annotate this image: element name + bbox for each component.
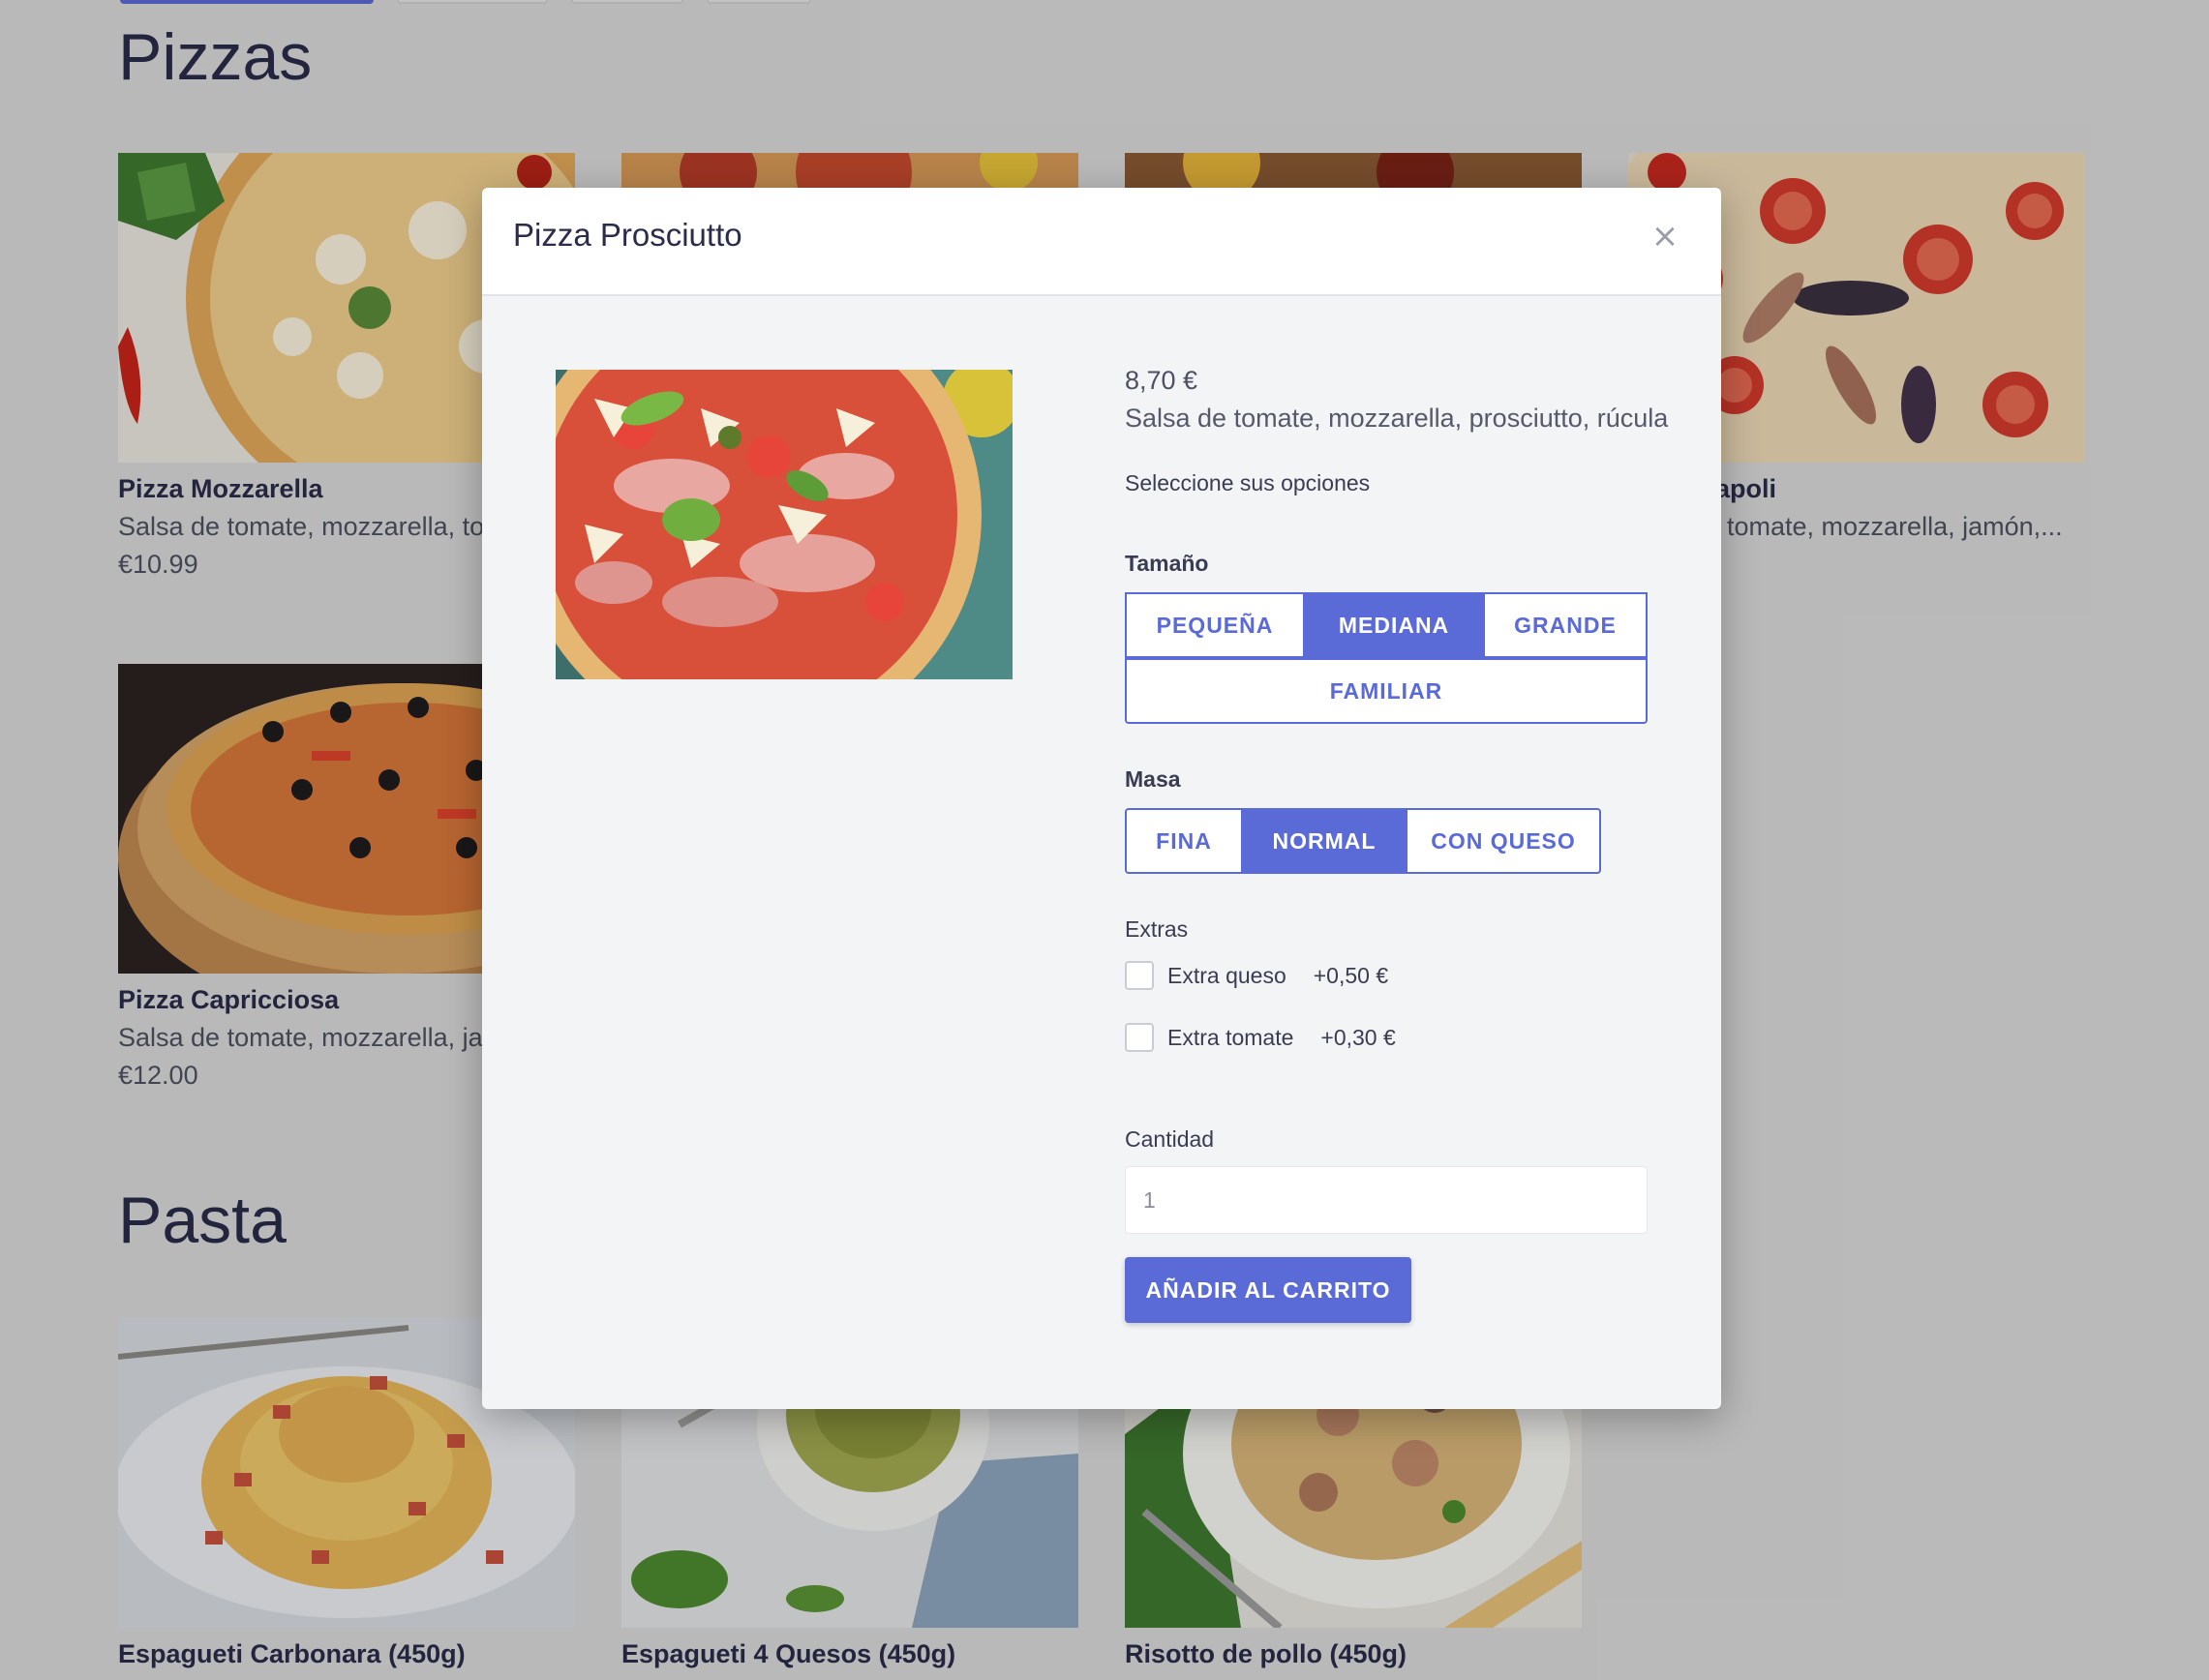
- extras-label: Extras: [1125, 916, 1189, 942]
- add-to-cart-wrapper: AÑADIR AL CARRITO: [1125, 1257, 1667, 1323]
- quantity-label: Cantidad: [1125, 1126, 1215, 1152]
- extra-queso-checkbox[interactable]: [1125, 961, 1154, 990]
- dough-option-con-queso[interactable]: CON QUESO: [1406, 808, 1601, 874]
- extra-tomate-checkbox[interactable]: [1125, 1023, 1154, 1052]
- extra-price: +0,30 €: [1320, 1024, 1396, 1050]
- size-options: PEQUEÑA MEDIANA GRANDE FAMILIAR: [1125, 592, 1648, 724]
- extra-option[interactable]: Extra tomate +0,30 €: [1125, 1018, 1667, 1057]
- size-label: Tamaño: [1125, 551, 1209, 576]
- extra-option[interactable]: Extra queso +0,50 €: [1125, 956, 1667, 995]
- extra-name: Extra tomate: [1167, 1024, 1294, 1050]
- product-description: Salsa de tomate, mozzarella, prosciutto,…: [1125, 404, 1669, 433]
- product-image: [556, 370, 1013, 679]
- add-to-cart-button[interactable]: AÑADIR AL CARRITO: [1125, 1257, 1411, 1323]
- product-price: 8,70 €: [1125, 366, 1198, 395]
- extra-name: Extra queso: [1167, 962, 1286, 988]
- size-option-grande[interactable]: GRANDE: [1483, 592, 1648, 658]
- product-info: 8,70 € Salsa de tomate, mozzarella, pros…: [1125, 358, 1669, 1323]
- extra-price: +0,50 €: [1313, 962, 1389, 988]
- dough-option-fina[interactable]: FINA: [1125, 808, 1243, 874]
- dough-options: FINA NORMAL CON QUESO: [1125, 808, 1648, 874]
- product-modal: Pizza Prosciutto × 8,70 € Salsa de tomat…: [482, 188, 1721, 1409]
- size-option-familiar[interactable]: FAMILIAR: [1125, 658, 1648, 724]
- dough-option-normal[interactable]: NORMAL: [1243, 808, 1406, 874]
- close-icon[interactable]: ×: [1646, 217, 1684, 255]
- page: Pizzas Pizza Mozzarella Salsa de tomate,…: [0, 0, 2209, 1680]
- modal-header: Pizza Prosciutto ×: [482, 188, 1721, 296]
- options-heading: Seleccione sus opciones: [1125, 470, 1371, 495]
- quantity-input[interactable]: [1125, 1166, 1648, 1234]
- size-option-mediana[interactable]: MEDIANA: [1305, 592, 1483, 658]
- modal-title: Pizza Prosciutto: [513, 217, 742, 253]
- size-option-pequena[interactable]: PEQUEÑA: [1125, 592, 1305, 658]
- dough-label: Masa: [1125, 766, 1181, 792]
